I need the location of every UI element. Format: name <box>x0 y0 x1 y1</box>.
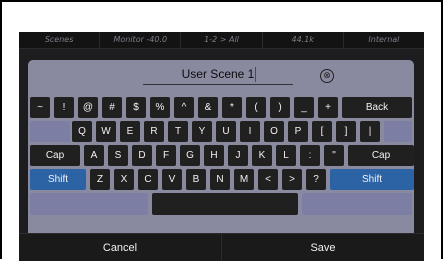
save-button[interactable]: Save <box>222 234 424 261</box>
scene-name-value: User Scene 1 <box>181 67 255 81</box>
keyboard-panel: User Scene 1 ⊗ ~! @ # $% ^ & *() _ + Back Q W E R T Y U I… <box>28 60 414 250</box>
empty-key-slot <box>30 121 70 142</box>
text-cursor <box>255 67 256 82</box>
device-screen: Scenes Monitor -40.0 1-2 > All 44.1k Int… <box>19 32 424 261</box>
key-row1-1[interactable]: ! <box>54 97 74 118</box>
status-clock[interactable]: Internal <box>344 32 424 48</box>
status-bar: Scenes Monitor -40.0 1-2 > All 44.1k Int… <box>19 32 424 49</box>
key-row2-3[interactable]: R <box>144 121 164 142</box>
key-row1-8[interactable]: * <box>222 97 242 118</box>
key-row1-4[interactable]: $ <box>126 97 146 118</box>
key-row1-9[interactable]: ( <box>246 97 266 118</box>
key-row1-6[interactable]: ^ <box>174 97 194 118</box>
key-row1-2[interactable]: @ <box>78 97 98 118</box>
empty-key-slot <box>384 121 412 142</box>
key-row1-7[interactable]: & <box>198 97 218 118</box>
empty-key-slot <box>302 193 412 215</box>
key-row3-8[interactable]: K <box>252 145 272 166</box>
key-row1-5[interactable]: % <box>150 97 170 118</box>
status-monitor[interactable]: Monitor -40.0 <box>100 32 182 48</box>
key-row2-8[interactable]: O <box>264 121 284 142</box>
key-row3-5[interactable]: G <box>180 145 200 166</box>
key-row3-9[interactable]: L <box>276 145 296 166</box>
key-row1-13[interactable]: Back <box>342 97 412 118</box>
key-row4-8[interactable]: < <box>258 169 278 190</box>
key-row3-0[interactable]: Cap <box>30 145 80 166</box>
cancel-button[interactable]: Cancel <box>19 234 222 261</box>
key-row4-10[interactable]: ? <box>306 169 326 190</box>
key-row2-12[interactable]: | <box>360 121 380 142</box>
key-row2-1[interactable]: W <box>96 121 116 142</box>
status-routing[interactable]: 1-2 > All <box>181 32 263 48</box>
key-row4-1[interactable]: Z <box>90 169 110 190</box>
action-bar: Cancel Save <box>19 233 424 261</box>
key-row2-0[interactable]: Q <box>72 121 92 142</box>
scene-name-field[interactable]: User Scene 1 <box>143 63 293 85</box>
key-row4-3[interactable]: C <box>138 169 158 190</box>
key-row4-7[interactable]: M <box>234 169 254 190</box>
key-row2-5[interactable]: Y <box>192 121 212 142</box>
key-row3-2[interactable]: S <box>108 145 128 166</box>
key-row3-6[interactable]: H <box>204 145 224 166</box>
key-row2-6[interactable]: U <box>216 121 236 142</box>
key-row2-10[interactable]: [ <box>312 121 332 142</box>
key-row3-3[interactable]: D <box>132 145 152 166</box>
clear-icon[interactable]: ⊗ <box>320 69 334 83</box>
key-row4-0[interactable]: Shift <box>30 169 86 190</box>
key-row3-12[interactable]: Cap <box>348 145 414 166</box>
key-row3-4[interactable]: F <box>156 145 176 166</box>
key-row4-2[interactable]: X <box>114 169 134 190</box>
key-row1-0[interactable]: ~ <box>30 97 50 118</box>
key-row4-4[interactable]: V <box>162 169 182 190</box>
key-row3-1[interactable]: A <box>84 145 104 166</box>
status-scenes[interactable]: Scenes <box>19 32 101 48</box>
status-sample-rate[interactable]: 44.1k <box>263 32 344 48</box>
key-row1-12[interactable]: + <box>318 97 338 118</box>
empty-key-slot <box>30 193 148 215</box>
key-row2-7[interactable]: I <box>240 121 260 142</box>
key-row3-7[interactable]: J <box>228 145 248 166</box>
key-row4-11[interactable]: Shift <box>330 169 414 190</box>
key-row2-2[interactable]: E <box>120 121 140 142</box>
key-row2-9[interactable]: P <box>288 121 308 142</box>
key-row3-11[interactable]: " <box>324 145 344 166</box>
space-bar[interactable] <box>152 193 298 215</box>
key-row1-3[interactable]: # <box>102 97 122 118</box>
key-row4-5[interactable]: B <box>186 169 206 190</box>
key-row2-4[interactable]: T <box>168 121 188 142</box>
key-row4-6[interactable]: N <box>210 169 230 190</box>
key-row3-10[interactable]: : <box>300 145 320 166</box>
device-frame: Scenes Monitor -40.0 1-2 > All 44.1k Int… <box>0 0 443 261</box>
key-row1-11[interactable]: _ <box>294 97 314 118</box>
key-row4-9[interactable]: > <box>282 169 302 190</box>
key-row2-11[interactable]: ] <box>336 121 356 142</box>
field-underline <box>143 84 293 85</box>
key-row1-10[interactable]: ) <box>270 97 290 118</box>
